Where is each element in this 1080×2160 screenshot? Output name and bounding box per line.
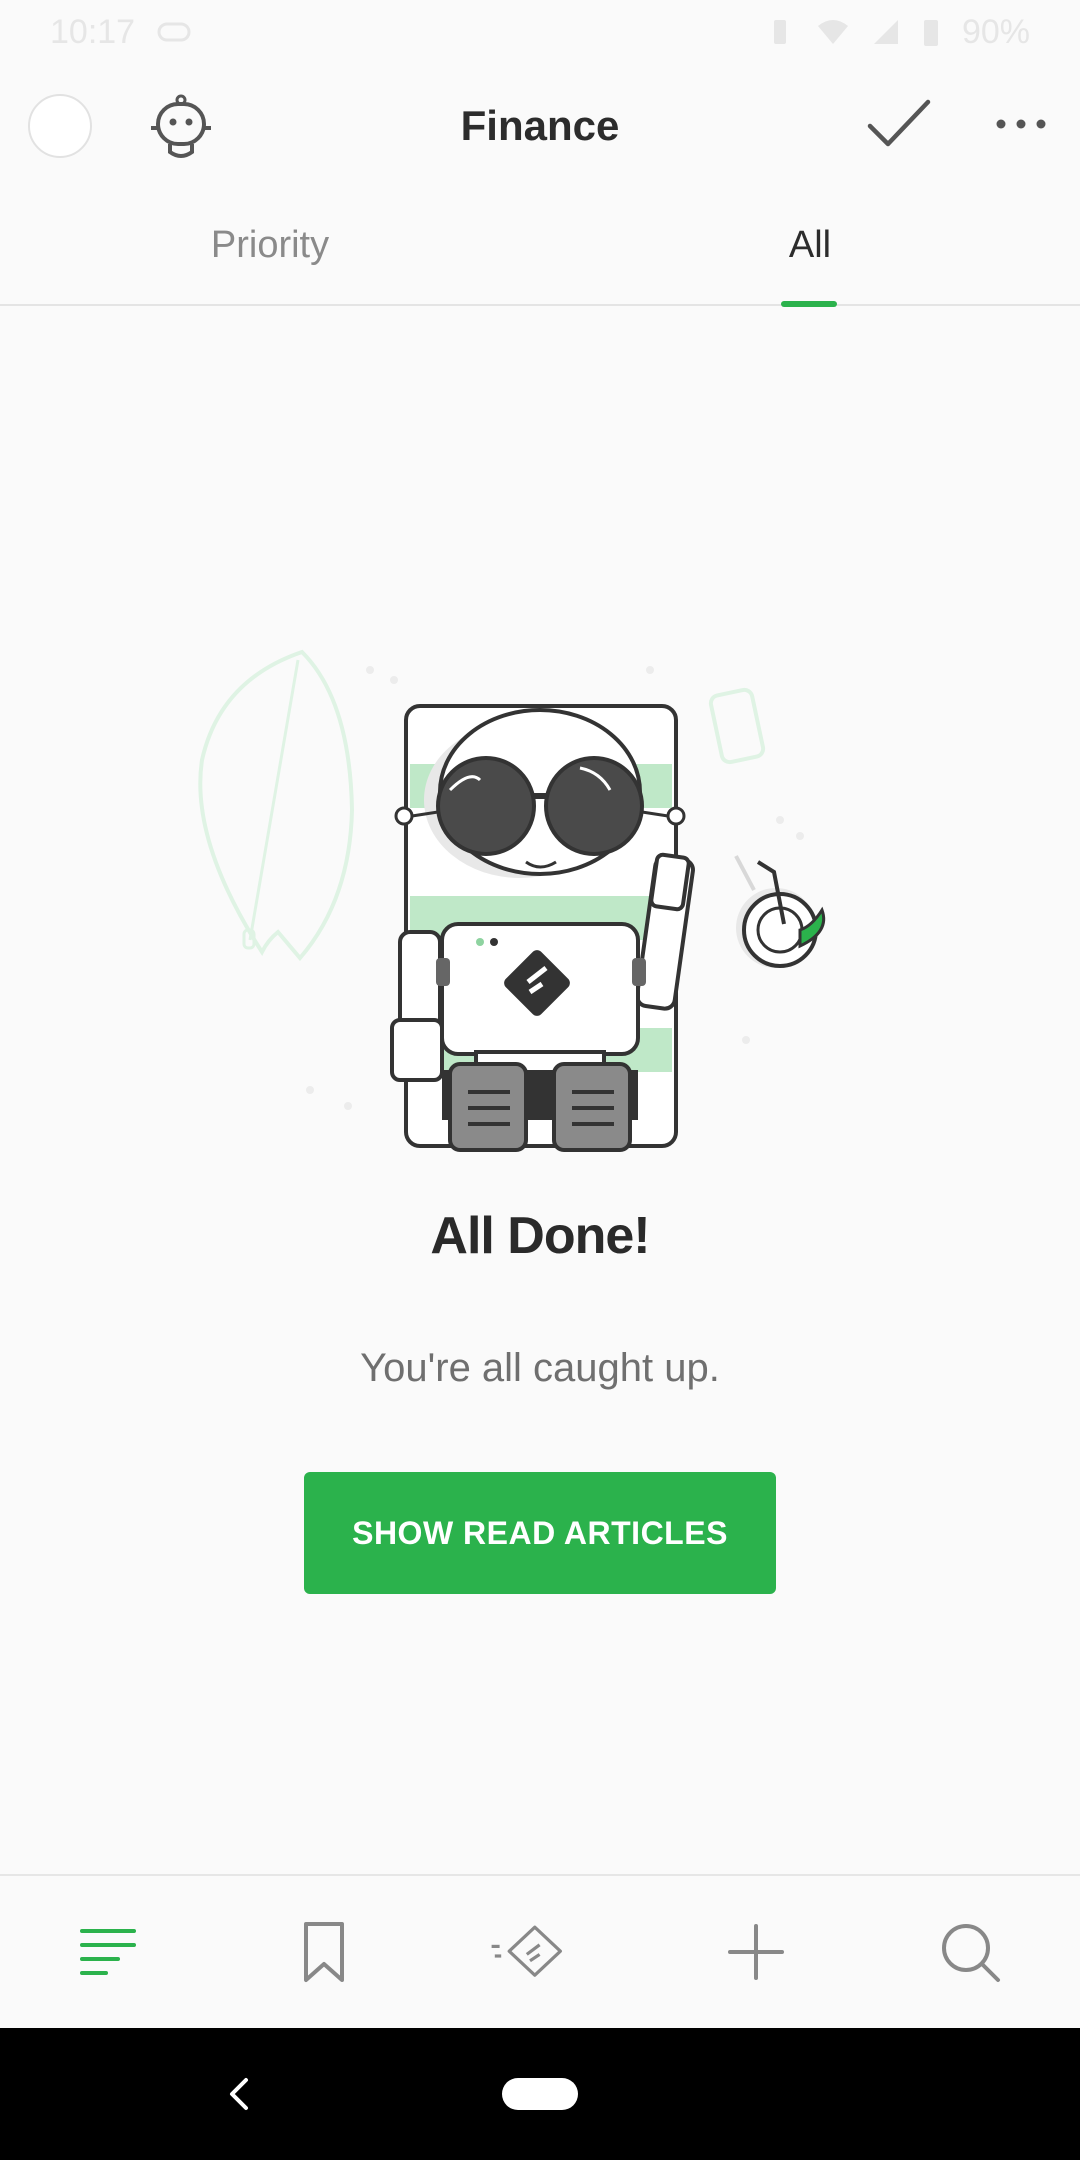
empty-state-title: All Done! — [430, 1207, 650, 1265]
status-time: 10:17 — [50, 12, 136, 51]
tab-all-label: All — [788, 224, 832, 266]
nav-saved[interactable] — [284, 1912, 364, 1992]
bottom-navigation — [0, 1874, 1080, 2028]
plus-icon — [728, 1924, 784, 1980]
signal-icon — [873, 20, 898, 44]
home-pill[interactable] — [502, 2078, 578, 2110]
status-right: 90% — [766, 13, 1030, 52]
battery-icon — [923, 20, 938, 46]
nav-feedly[interactable] — [490, 1912, 570, 1992]
search-icon — [942, 1924, 1000, 1982]
more-options-icon[interactable] — [994, 114, 1048, 134]
nav-add[interactable] — [716, 1912, 796, 1992]
empty-state-subtitle: You're all caught up. — [360, 1346, 720, 1390]
feed-list-icon — [80, 1929, 136, 1975]
wifi-icon — [817, 20, 848, 44]
status-left: 10:17 — [50, 13, 191, 52]
nav-search[interactable] — [930, 1912, 1010, 1992]
status-bar: 10:17 90% — [0, 0, 1080, 64]
tab-bar: Priority All — [0, 188, 1080, 307]
notification-icon — [157, 22, 191, 42]
feedly-logo-icon — [491, 1925, 562, 1977]
nav-feeds[interactable] — [68, 1912, 148, 1992]
tab-selected-indicator — [781, 301, 837, 307]
app-bar: Finance — [0, 64, 1080, 188]
battery-percent: 90% — [961, 12, 1030, 51]
mark-all-read-icon[interactable] — [866, 98, 932, 150]
tab-all[interactable]: All — [540, 188, 1080, 304]
bookmark-icon — [304, 1922, 344, 1982]
system-navigation-bar — [0, 2028, 1080, 2160]
tab-priority[interactable]: Priority — [0, 188, 540, 304]
show-read-articles-button[interactable]: SHOW READ ARTICLES — [304, 1472, 776, 1594]
tab-priority-label: Priority — [210, 224, 330, 266]
back-icon[interactable] — [224, 2074, 254, 2114]
robot-beach-illustration — [198, 649, 826, 1152]
vibrate-icon — [773, 20, 786, 44]
